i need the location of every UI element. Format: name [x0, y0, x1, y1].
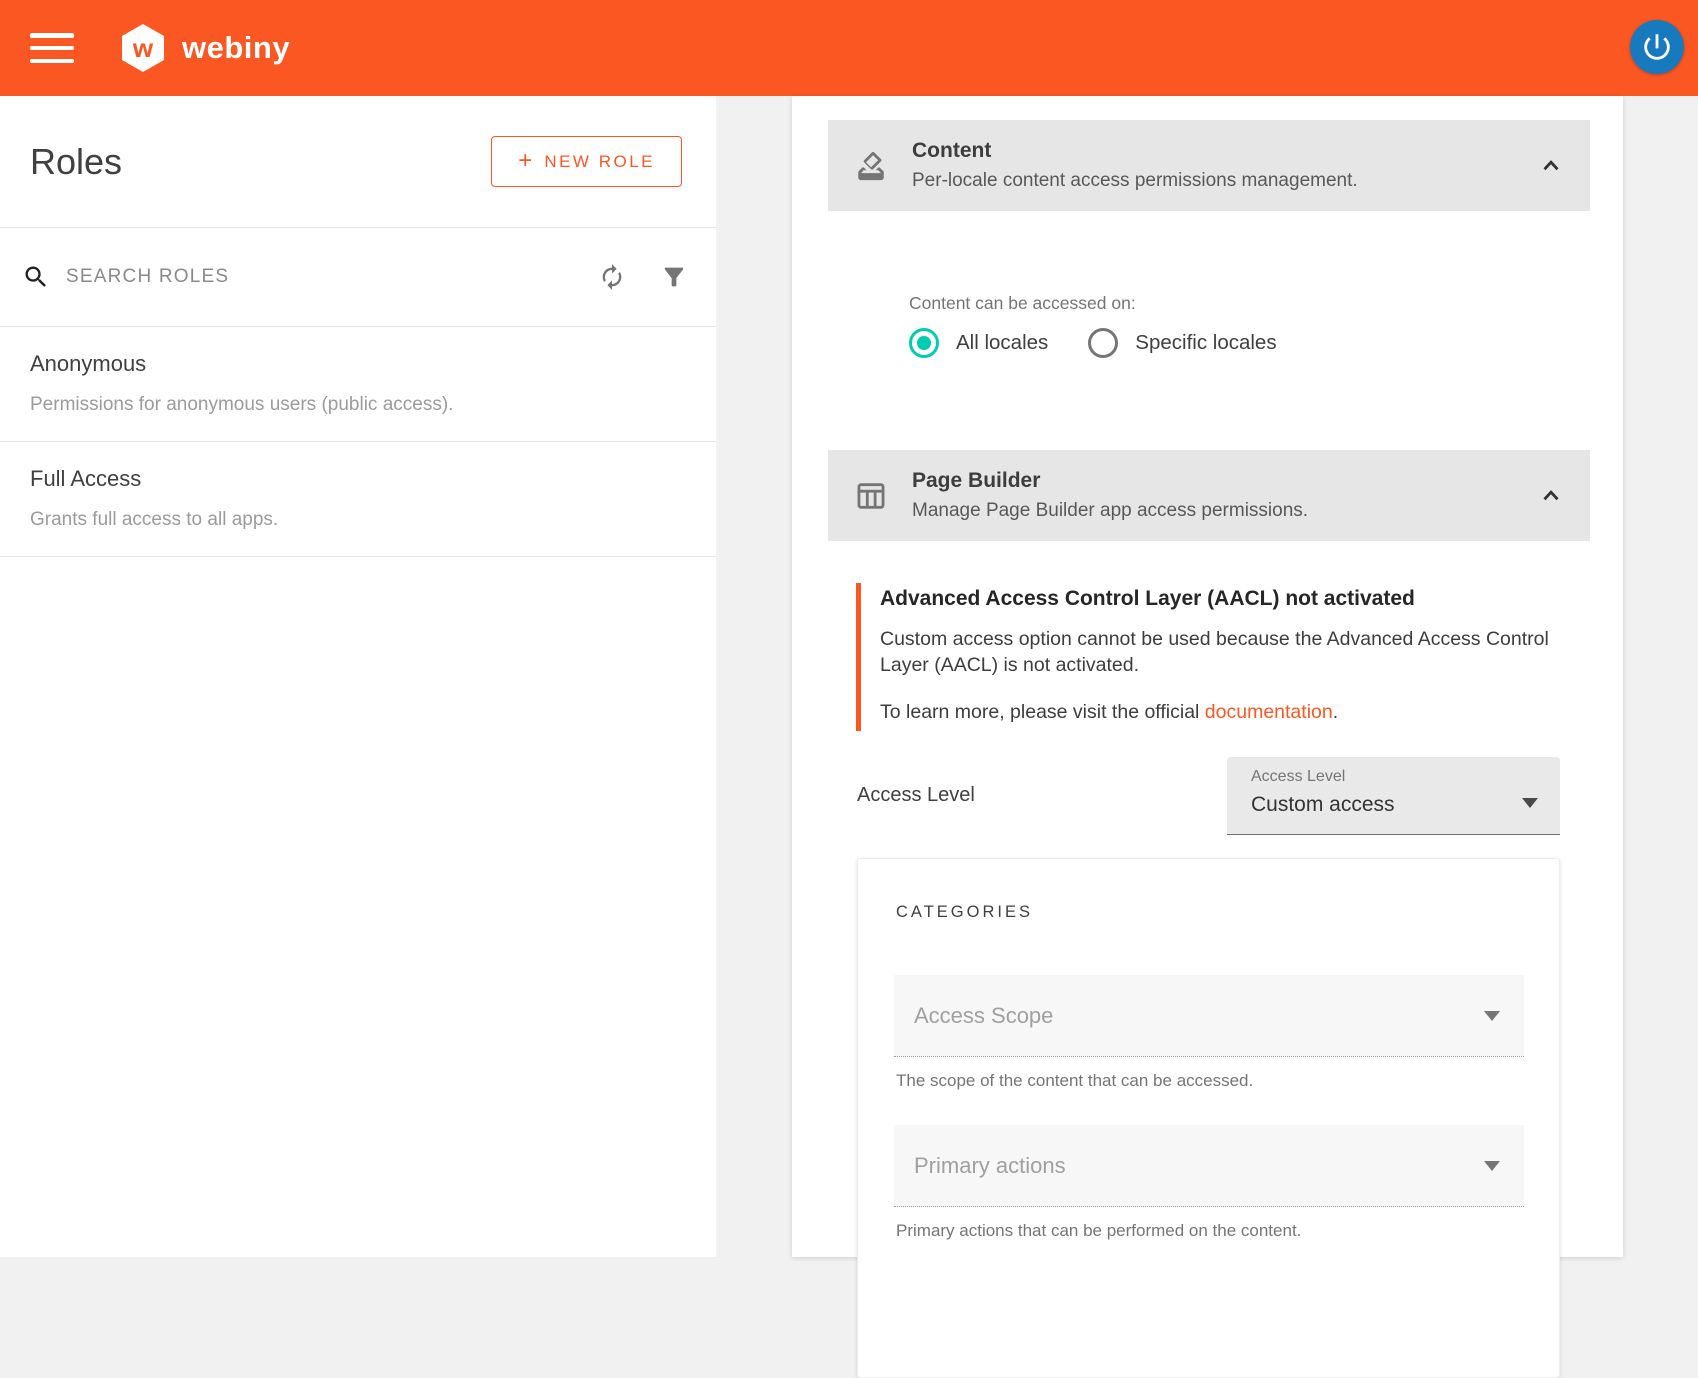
svg-text:w: w — [132, 33, 154, 63]
dropdown-arrow-icon — [1484, 1161, 1500, 1171]
radio-specific-locales-label[interactable]: Specific locales — [1135, 331, 1276, 355]
radio-specific-locales[interactable] — [1088, 328, 1118, 358]
documentation-link[interactable]: documentation — [1205, 701, 1333, 723]
page-builder-section-title: Page Builder — [912, 469, 1538, 493]
chevron-up-icon[interactable] — [1538, 483, 1564, 509]
role-description: Permissions for anonymous users (public … — [30, 394, 686, 416]
content-section-subtitle: Per-locale content access permissions ma… — [912, 170, 1538, 192]
page-builder-section-header[interactable]: Page Builder Manage Page Builder app acc… — [828, 450, 1590, 541]
locales-access-label: Content can be accessed on: — [909, 293, 1136, 314]
ballot-box-icon — [854, 149, 888, 183]
aacl-warning-title: Advanced Access Control Layer (AACL) not… — [880, 587, 1592, 611]
plus-icon: + — [518, 147, 532, 175]
categories-card: CATEGORIES Access Scope The scope of the… — [857, 858, 1560, 1378]
learn-more-prefix: To learn more, please visit the official — [880, 701, 1205, 723]
role-name: Anonymous — [30, 351, 686, 377]
radio-all-locales-label[interactable]: All locales — [956, 331, 1048, 355]
webiny-hexagon-icon: w — [118, 23, 168, 73]
hamburger-menu-icon[interactable] — [30, 33, 74, 63]
access-level-row-label: Access Level — [857, 784, 975, 807]
locales-radio-group: All locales Specific locales — [909, 328, 1317, 358]
aacl-warning: Advanced Access Control Layer (AACL) not… — [856, 583, 1592, 731]
radio-all-locales[interactable] — [909, 328, 939, 358]
search-icon — [22, 263, 50, 291]
role-list-item-full-access[interactable]: Full Access Grants full access to all ap… — [0, 442, 716, 557]
primary-actions-placeholder: Primary actions — [914, 1153, 1484, 1179]
access-scope-placeholder: Access Scope — [914, 1003, 1484, 1029]
role-name: Full Access — [30, 466, 686, 492]
learn-more-suffix: . — [1333, 701, 1338, 723]
dropdown-arrow-icon — [1522, 798, 1538, 808]
search-bar[interactable]: SEARCH ROLES — [0, 227, 716, 327]
access-level-value: Custom access — [1251, 793, 1536, 817]
page-builder-table-icon — [854, 479, 888, 513]
top-app-bar: w webiny — [0, 0, 1698, 96]
primary-actions-select[interactable]: Primary actions — [894, 1125, 1524, 1207]
aacl-warning-body: Custom access option cannot be used beca… — [880, 626, 1592, 678]
page-builder-section-subtitle: Manage Page Builder app access permissio… — [912, 500, 1538, 522]
categories-title: CATEGORIES — [896, 903, 1033, 922]
logo-text: webiny — [182, 30, 290, 66]
new-role-button[interactable]: + NEW ROLE — [491, 136, 682, 187]
aacl-warning-learn-more: To learn more, please visit the official… — [880, 699, 1592, 725]
access-scope-helper: The scope of the content that can be acc… — [896, 1071, 1253, 1091]
new-role-button-label: NEW ROLE — [544, 152, 655, 172]
access-level-field-label: Access Level — [1251, 768, 1536, 786]
webiny-logo: w webiny — [118, 23, 290, 73]
chevron-up-icon[interactable] — [1538, 153, 1564, 179]
refresh-icon — [598, 263, 626, 291]
panel-header: Roles + NEW ROLE — [0, 96, 716, 227]
access-level-select[interactable]: Access Level Custom access — [1227, 757, 1560, 835]
filter-button[interactable] — [660, 263, 688, 291]
refresh-button[interactable] — [598, 263, 626, 291]
gravatar-power-icon — [1640, 30, 1674, 64]
role-description: Grants full access to all apps. — [30, 509, 686, 531]
content-section-header[interactable]: Content Per-locale content access permis… — [828, 120, 1590, 211]
search-input[interactable]: SEARCH ROLES — [66, 266, 564, 288]
roles-list-panel: Roles + NEW ROLE SEARCH ROLES Anonymous … — [0, 96, 716, 1257]
role-list-item-anonymous[interactable]: Anonymous Permissions for anonymous user… — [0, 327, 716, 442]
user-avatar[interactable] — [1630, 20, 1684, 74]
dropdown-arrow-icon — [1484, 1011, 1500, 1021]
primary-actions-helper: Primary actions that can be performed on… — [896, 1221, 1301, 1241]
role-permissions-panel: Content Per-locale content access permis… — [792, 96, 1623, 1257]
content-section-title: Content — [912, 139, 1538, 163]
access-scope-select[interactable]: Access Scope — [894, 975, 1524, 1057]
filter-icon — [660, 263, 688, 291]
page-title: Roles — [30, 141, 122, 183]
